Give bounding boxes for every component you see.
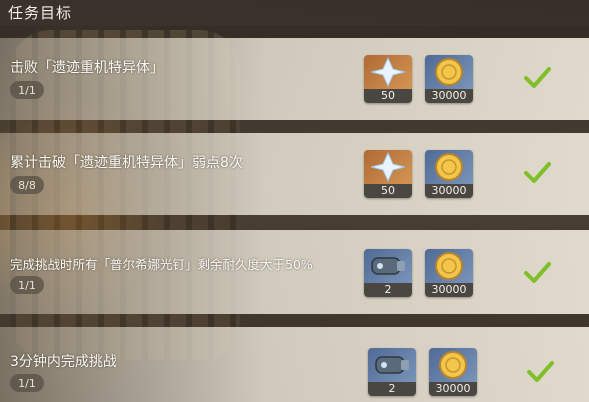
mora-icon (425, 249, 473, 283)
check-icon (525, 357, 555, 387)
task-row: 完成挑战时所有「普尔希娜光钉」剩余耐久度大于50% 1/1 2 30000 (0, 230, 589, 314)
mora-icon (425, 55, 473, 89)
check-icon (522, 63, 552, 93)
objectives-title: 任务目标 (8, 4, 73, 22)
task-progress: 1/1 (10, 276, 44, 294)
reward-slot[interactable]: 2 (364, 249, 412, 297)
reward-slot[interactable]: 30000 (425, 150, 473, 198)
reward-slot[interactable]: 50 (364, 150, 412, 198)
cannon-item-icon (364, 249, 412, 283)
primogem-icon (364, 55, 412, 89)
reward-slot[interactable]: 50 (364, 55, 412, 103)
objectives-header: 任务目标 (0, 0, 589, 26)
mora-icon (429, 348, 477, 382)
reward-slot[interactable]: 30000 (429, 348, 477, 396)
task-title: 击败「遗迹重机特异体」 (10, 60, 164, 76)
reward-quantity: 2 (364, 283, 412, 297)
task-progress: 1/1 (10, 374, 44, 392)
reward-slot[interactable]: 30000 (425, 55, 473, 103)
task-row: 3分钟内完成挑战 1/1 2 30000 (0, 327, 589, 402)
reward-quantity: 2 (368, 382, 416, 396)
task-progress: 1/1 (10, 81, 44, 99)
reward-slot[interactable]: 30000 (425, 249, 473, 297)
primogem-icon (364, 150, 412, 184)
reward-slot[interactable]: 2 (368, 348, 416, 396)
task-title: 3分钟内完成挑战 (10, 354, 117, 370)
reward-quantity: 30000 (425, 184, 473, 198)
reward-quantity: 50 (364, 184, 412, 198)
check-icon (522, 158, 552, 188)
check-icon (522, 258, 552, 288)
reward-quantity: 30000 (429, 382, 477, 396)
task-row: 击败「遗迹重机特异体」 1/1 50 30000 (0, 38, 589, 120)
task-row: 累计击破「遗迹重机特异体」弱点8次 8/8 50 30000 (0, 133, 589, 215)
task-progress: 8/8 (10, 176, 44, 194)
task-title: 累计击破「遗迹重机特异体」弱点8次 (10, 155, 243, 171)
reward-quantity: 30000 (425, 89, 473, 103)
task-title: 完成挑战时所有「普尔希娜光钉」剩余耐久度大于50% (10, 257, 313, 272)
mora-icon (425, 150, 473, 184)
cannon-item-icon (368, 348, 416, 382)
reward-quantity: 30000 (425, 283, 473, 297)
reward-quantity: 50 (364, 89, 412, 103)
